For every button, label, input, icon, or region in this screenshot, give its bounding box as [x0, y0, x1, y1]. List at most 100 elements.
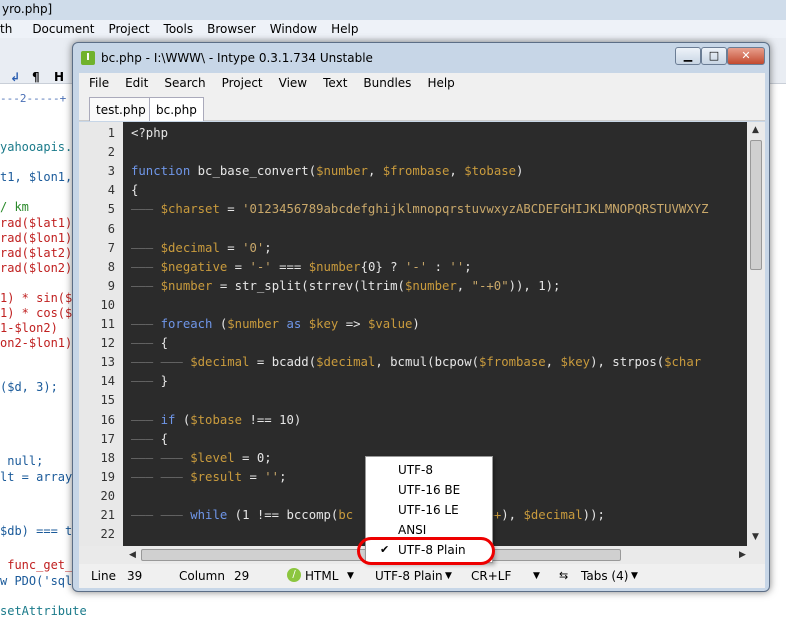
- code-token: $decimal: [190, 355, 250, 370]
- tab-test-php[interactable]: test.php: [89, 97, 153, 121]
- encoding-option-utf8[interactable]: UTF-8: [398, 463, 433, 477]
- background-code-line: ($d, 3);: [0, 380, 58, 394]
- code-line: ——— {: [131, 336, 168, 350]
- paragraph-icon[interactable]: ¶: [32, 70, 40, 84]
- code-token: $decimal: [523, 508, 583, 522]
- menu-edit[interactable]: Edit: [109, 73, 148, 95]
- background-code-line: $db) === t: [0, 524, 73, 538]
- code-token: =: [212, 278, 235, 293]
- syntax-selector[interactable]: HTML: [305, 569, 338, 583]
- code-token: ,: [449, 164, 465, 179]
- line-number: 14: [100, 374, 115, 389]
- code-token: (: [212, 317, 228, 331]
- background-window-title: yro.php]: [0, 0, 786, 20]
- code-token: $char: [664, 355, 702, 370]
- code-token: ———: [131, 374, 161, 389]
- code-token: '0': [242, 240, 265, 255]
- code-token: ,: [367, 164, 383, 179]
- code-token: $decimal: [160, 240, 220, 255]
- menu-file[interactable]: File: [79, 73, 109, 95]
- code-token: $key: [308, 317, 339, 331]
- column-value: 29: [234, 569, 250, 583]
- heading-icon[interactable]: H: [54, 70, 64, 84]
- menu-view[interactable]: View: [263, 73, 307, 95]
- syntax-chevron-down-icon[interactable]: ▼: [347, 571, 354, 581]
- encoding-selector[interactable]: UTF-8 Plain: [375, 569, 443, 583]
- code-token: $tobase: [190, 412, 243, 427]
- code-token: {0} ?: [360, 259, 405, 274]
- line-number: 2: [107, 145, 115, 160]
- bg-menu-document[interactable]: Document: [20, 20, 102, 38]
- wrap-icon[interactable]: ↲: [10, 70, 20, 84]
- code-token: '-': [249, 259, 272, 274]
- maximize-button[interactable]: □: [701, 47, 727, 65]
- title-bar[interactable]: I bc.php - I:\WWW\ - Intype 0.3.1.734 Un…: [73, 43, 769, 73]
- menubar: File Edit Search Project View Text Bundl…: [79, 73, 765, 95]
- column-label: Column: [179, 569, 225, 583]
- code-token: $number: [227, 317, 280, 331]
- code-token: ));: [582, 508, 605, 522]
- tab-bc-php[interactable]: bc.php: [149, 97, 204, 121]
- line-number: 20: [100, 488, 115, 503]
- code-token: "-+0": [471, 278, 509, 293]
- encoding-chevron-down-icon[interactable]: ▼: [445, 571, 452, 581]
- close-button[interactable]: ✕: [727, 47, 765, 65]
- background-code-line: func_get_: [0, 558, 73, 572]
- line-number: 13: [100, 355, 115, 370]
- bg-menu-tools[interactable]: Tools: [158, 20, 202, 38]
- code-token: '': [264, 469, 280, 484]
- code-token: ===: [271, 259, 309, 274]
- line-label: Line: [91, 569, 117, 583]
- code-token: !==: [242, 412, 280, 427]
- encoding-option-utf16le[interactable]: UTF-16 LE: [398, 503, 459, 517]
- code-token: $result: [190, 469, 243, 484]
- scroll-up-arrow-icon[interactable]: ▲: [752, 125, 759, 135]
- code-token: {: [160, 431, 169, 446]
- syntax-icon: /: [287, 568, 301, 582]
- code-token: '0123456789abcdefghijklmnopqrstuvwxyzABC…: [242, 202, 709, 217]
- code-token: ———: [131, 240, 161, 255]
- menu-project[interactable]: Project: [206, 73, 263, 95]
- vertical-scrollbar[interactable]: ▲ ▼: [747, 122, 765, 546]
- encoding-option-utf16be[interactable]: UTF-16 BE: [398, 483, 460, 497]
- line-number: 11: [100, 317, 115, 331]
- code-token: $number: [160, 278, 213, 293]
- code-line: ——— $decimal = '0';: [131, 241, 272, 255]
- code-token: ——— ———: [131, 355, 191, 370]
- scroll-right-arrow-icon[interactable]: ▶: [739, 550, 746, 560]
- line-number: 3: [107, 164, 115, 179]
- menu-bundles[interactable]: Bundles: [347, 73, 411, 95]
- code-token: =: [249, 355, 272, 370]
- background-code-area: yahooapis.c t1, $lon1, / km rad($lat1) rad($…: [0, 104, 87, 618]
- bg-menu-window[interactable]: Window: [264, 20, 325, 38]
- code-token: strpos(: [612, 355, 665, 370]
- background-code-line: / km: [0, 200, 29, 214]
- indent-chevron-down-icon[interactable]: ▼: [631, 571, 638, 581]
- line-ending-chevron-down-icon[interactable]: ▼: [533, 571, 540, 581]
- code-token: ———: [131, 336, 161, 351]
- scroll-down-arrow-icon[interactable]: ▼: [752, 532, 759, 542]
- menu-text[interactable]: Text: [307, 73, 347, 95]
- line-number: 8: [107, 259, 115, 274]
- code-token: ;: [264, 240, 272, 255]
- vertical-scroll-thumb[interactable]: [750, 140, 762, 270]
- code-token: ;: [279, 469, 287, 484]
- bg-menu-project[interactable]: Project: [102, 20, 157, 38]
- code-token: ,: [456, 278, 472, 293]
- code-line: ——— ——— $result = '';: [131, 470, 287, 484]
- status-bar: Line 39 Column 29 / HTML ▼ UTF-8 Plain ▼…: [79, 564, 765, 588]
- code-token: $value: [367, 317, 413, 331]
- line-ending-selector[interactable]: CR+LF: [471, 569, 511, 583]
- code-line: ——— $number = str_split(strrev(ltrim($nu…: [131, 279, 560, 293]
- scroll-left-arrow-icon[interactable]: ◀: [129, 550, 136, 560]
- menu-search[interactable]: Search: [148, 73, 205, 95]
- encoding-option-ansi[interactable]: ANSI: [398, 523, 426, 537]
- bg-menu-item[interactable]: th: [0, 20, 20, 38]
- bg-menu-browser[interactable]: Browser: [201, 20, 264, 38]
- code-line: ——— {: [131, 432, 168, 446]
- code-token: bc: [338, 508, 354, 522]
- minimize-button[interactable]: ▁: [675, 47, 701, 65]
- menu-help[interactable]: Help: [411, 73, 454, 95]
- indent-selector[interactable]: Tabs (4): [581, 569, 628, 583]
- bg-menu-help[interactable]: Help: [325, 20, 366, 38]
